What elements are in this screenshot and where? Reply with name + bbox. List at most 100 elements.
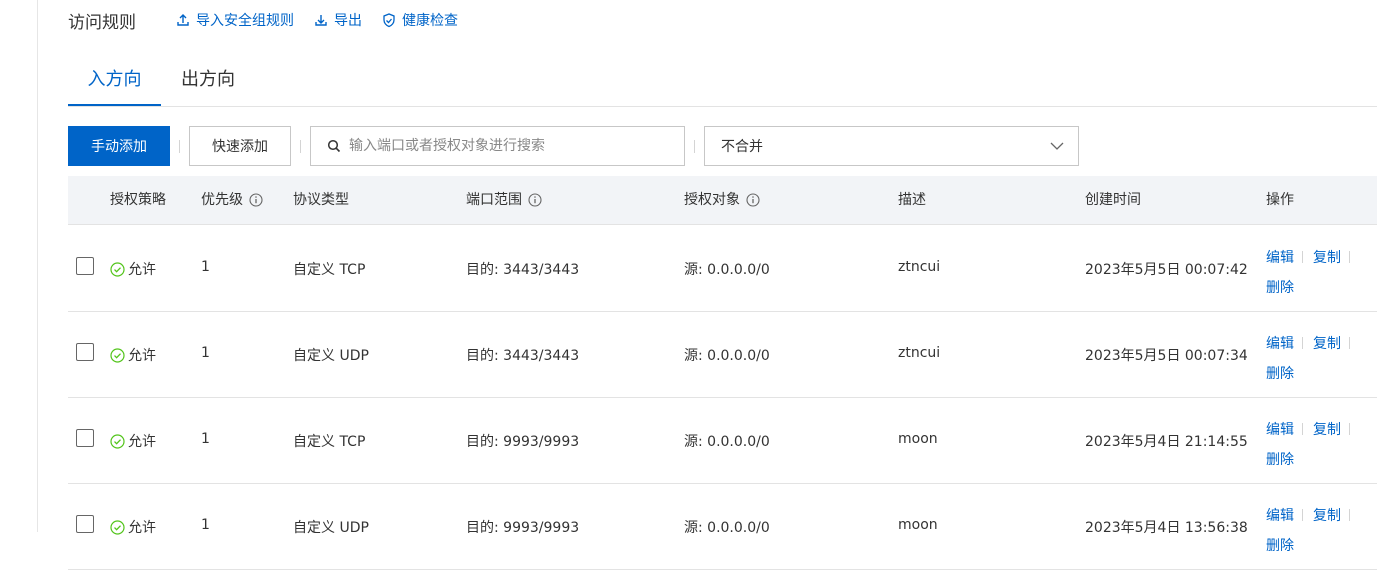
column-header-policy: 授权策略	[110, 192, 166, 208]
source-cell: 源: 0.0.0.0/0	[684, 262, 770, 278]
info-icon[interactable]	[528, 193, 542, 207]
policy-label: 允许	[128, 434, 156, 450]
protocol-cell: 自定义 UDP	[293, 348, 369, 364]
page-header: 访问规则 导入安全组规则 导出 健康检查	[68, 8, 478, 33]
row-checkbox[interactable]	[76, 515, 94, 533]
priority-cell: 1	[201, 345, 210, 361]
download-icon	[315, 15, 327, 26]
toolbar-separator	[694, 140, 695, 153]
port-range-cell: 目的: 9993/9993	[466, 520, 580, 536]
manual-add-button[interactable]: 手动添加	[68, 126, 170, 166]
description-cell: moon	[898, 431, 938, 447]
source-cell: 源: 0.0.0.0/0	[684, 520, 770, 536]
policy-label: 允许	[128, 520, 156, 536]
chevron-down-icon	[1050, 142, 1064, 150]
column-header-created: 创建时间	[1085, 192, 1141, 208]
table-row: 允许 1 自定义 UDP 目的: 3443/3443 源: 0.0.0.0/0 ztncu…	[68, 311, 1377, 398]
action-separator	[1302, 509, 1303, 521]
tab-inbound[interactable]: 入方向	[68, 58, 161, 106]
shield-check-icon	[383, 12, 395, 27]
health-check-label: 健康检查	[402, 13, 458, 29]
copy-link[interactable]: 复制	[1313, 336, 1341, 352]
row-actions: 编辑 复制删除	[1266, 243, 1377, 303]
health-check-link[interactable]: 健康检查	[382, 10, 458, 30]
priority-cell: 1	[201, 517, 210, 533]
edit-link[interactable]: 编辑	[1266, 250, 1294, 266]
protocol-cell: 自定义 TCP	[293, 262, 366, 278]
check-circle-icon	[110, 261, 125, 277]
column-header-description: 描述	[898, 192, 926, 208]
row-actions: 编辑 复制删除	[1266, 501, 1377, 561]
copy-link[interactable]: 复制	[1313, 250, 1341, 266]
edit-link[interactable]: 编辑	[1266, 336, 1294, 352]
export-label: 导出	[334, 13, 362, 29]
created-time-cell: 2023年5月5日 00:07:42	[1085, 262, 1248, 278]
table-row: 允许 1 自定义 TCP 目的: 9993/9993 源: 0.0.0.0/0 moon 2…	[68, 397, 1377, 484]
table-header: 授权策略 优先级 协议类型 端口范围 授权对象 描述 创建时间 操作	[68, 176, 1377, 225]
column-header-source: 授权对象	[684, 176, 760, 224]
copy-link[interactable]: 复制	[1313, 422, 1341, 438]
action-separator	[1349, 251, 1350, 263]
direction-tabs: 入方向 出方向	[68, 58, 1377, 107]
import-rules-label: 导入安全组规则	[196, 13, 294, 29]
edit-link[interactable]: 编辑	[1266, 508, 1294, 524]
merge-select-value: 不合并	[721, 139, 763, 155]
policy-cell: 允许	[110, 259, 156, 279]
table-row: 允许 1 自定义 UDP 目的: 9993/9993 源: 0.0.0.0/0 moon 2…	[68, 483, 1377, 570]
protocol-cell: 自定义 UDP	[293, 520, 369, 536]
source-cell: 源: 0.0.0.0/0	[684, 434, 770, 450]
policy-label: 允许	[128, 262, 156, 278]
copy-link[interactable]: 复制	[1313, 508, 1341, 524]
delete-link[interactable]: 删除	[1266, 280, 1294, 296]
action-separator	[1349, 337, 1350, 349]
upload-icon	[177, 14, 189, 26]
row-checkbox[interactable]	[76, 429, 94, 447]
column-header-port: 端口范围	[466, 176, 542, 224]
tab-outbound[interactable]: 出方向	[181, 58, 235, 104]
table-row: 允许 1 自定义 TCP 目的: 3443/3443 源: 0.0.0.0/0 ztncu…	[68, 225, 1377, 312]
port-range-cell: 目的: 3443/3443	[466, 348, 580, 364]
created-time-cell: 2023年5月4日 21:14:55	[1085, 434, 1248, 450]
delete-link[interactable]: 删除	[1266, 452, 1294, 468]
row-actions: 编辑 复制删除	[1266, 329, 1377, 389]
left-divider	[37, 0, 38, 532]
port-range-cell: 目的: 9993/9993	[466, 434, 580, 450]
import-rules-link[interactable]: 导入安全组规则	[176, 10, 294, 30]
column-header-protocol: 协议类型	[293, 192, 349, 208]
priority-cell: 1	[201, 431, 210, 447]
toolbar-separator	[179, 140, 180, 153]
info-icon[interactable]	[746, 193, 760, 207]
row-checkbox[interactable]	[76, 257, 94, 275]
merge-select[interactable]: 不合并	[704, 126, 1079, 166]
delete-link[interactable]: 删除	[1266, 538, 1294, 554]
protocol-cell: 自定义 TCP	[293, 434, 366, 450]
source-cell: 源: 0.0.0.0/0	[684, 348, 770, 364]
toolbar-separator	[300, 140, 301, 153]
search-box[interactable]	[310, 126, 685, 166]
row-actions: 编辑 复制删除	[1266, 415, 1377, 475]
policy-cell: 允许	[110, 345, 156, 365]
page-title: 访问规则	[68, 12, 136, 33]
action-separator	[1302, 251, 1303, 263]
policy-cell: 允许	[110, 431, 156, 451]
check-circle-icon	[110, 347, 125, 363]
delete-link[interactable]: 删除	[1266, 366, 1294, 382]
created-time-cell: 2023年5月4日 13:56:38	[1085, 520, 1248, 536]
export-link[interactable]: 导出	[314, 10, 362, 30]
port-range-cell: 目的: 3443/3443	[466, 262, 580, 278]
action-separator	[1302, 337, 1303, 349]
edit-link[interactable]: 编辑	[1266, 422, 1294, 438]
column-header-priority: 优先级	[201, 176, 263, 224]
search-icon	[327, 139, 341, 153]
description-cell: ztncui	[898, 259, 941, 275]
search-input[interactable]	[347, 137, 671, 155]
priority-cell: 1	[201, 259, 210, 275]
quick-add-button[interactable]: 快速添加	[189, 126, 291, 166]
info-icon[interactable]	[249, 193, 263, 207]
created-time-cell: 2023年5月5日 00:07:34	[1085, 348, 1248, 364]
action-separator	[1302, 423, 1303, 435]
action-separator	[1349, 423, 1350, 435]
row-checkbox[interactable]	[76, 343, 94, 361]
action-separator	[1349, 509, 1350, 521]
check-circle-icon	[110, 433, 125, 449]
